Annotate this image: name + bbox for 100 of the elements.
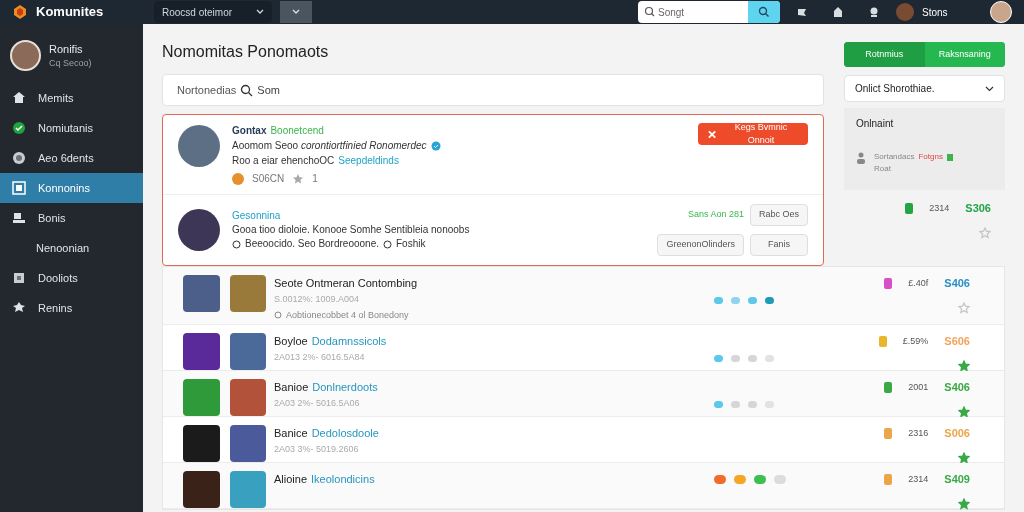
chevron-icon: [985, 85, 994, 92]
house-icon: [832, 6, 844, 18]
cross-icon: [708, 129, 717, 139]
entry-name: Sortandacs: [874, 151, 915, 163]
page-title: Nomomitas Ponomaots: [162, 42, 330, 62]
search-input[interactable]: Songt: [658, 4, 748, 20]
sidebar-item[interactable]: Renins: [0, 293, 143, 323]
secondary-button[interactable]: GreenonOlinders: [657, 234, 744, 256]
item-link[interactable]: Dodamnssicols: [311, 333, 387, 349]
app-name: Komunites: [36, 3, 105, 22]
entry-subtitle: Roat: [874, 163, 892, 175]
member-tag: Boonetcend: [270, 123, 324, 138]
circle-icon: [383, 239, 392, 249]
square-icon: [12, 271, 26, 285]
stat-value: £.59%: [902, 334, 929, 348]
photo-placeholder: [183, 275, 220, 312]
price: S306: [965, 201, 991, 216]
member-meta: S06CN: [252, 172, 285, 186]
photo-placeholder: [183, 333, 220, 370]
person-icon: [856, 151, 866, 165]
home-icon: [12, 91, 26, 105]
stat-value: 2316: [908, 426, 929, 440]
price: S006: [944, 426, 970, 441]
photo-placeholder: [230, 379, 266, 416]
item-subtitle: 2A03 2%- 5016.5A06: [274, 397, 361, 410]
profile-subtitle: Cq Secoo): [49, 57, 92, 70]
photo-placeholder: [230, 275, 266, 312]
photo-placeholder: [183, 471, 220, 508]
coin-icon: [232, 172, 244, 185]
search-label: Nortonedias: [177, 82, 237, 98]
sort-dropdown[interactable]: Onlict Shorothiae.: [844, 75, 1005, 102]
sidebar-item[interactable]: Nomiutanis: [0, 113, 143, 143]
stat-value: 2314: [929, 201, 950, 215]
logo-icon: [12, 4, 28, 20]
item-title[interactable]: Banice: [274, 425, 308, 441]
avatar: [178, 209, 220, 251]
circle-icon: [274, 311, 282, 319]
stat-value: 2314: [908, 472, 929, 486]
bulb-icon: [868, 6, 880, 18]
profile-name: Ronifis: [49, 41, 84, 57]
category-select[interactable]: Roocsd oteimor: [154, 1, 272, 23]
secondary-button[interactable]: Fanis: [749, 234, 808, 256]
photo-placeholder: [183, 379, 220, 416]
photo-placeholder: [183, 425, 220, 462]
item-title[interactable]: Alioine: [274, 471, 308, 487]
check-icon: [12, 121, 26, 135]
star-icon: [292, 172, 305, 185]
item-title[interactable]: Seote Ontmeran Contombing: [274, 275, 418, 291]
member-detail: Roo a eiar ehenchoOC: [232, 154, 335, 168]
user-name[interactable]: Stons: [922, 4, 982, 20]
item-subtitle: S.0012%: 1009.A004: [274, 293, 361, 306]
select-value: Roocsd oteimor: [162, 5, 233, 20]
price: S406: [944, 380, 970, 395]
photo-placeholder: [230, 333, 266, 370]
member-date: Sans Aon 281: [687, 208, 744, 222]
stat-value: £.40f: [908, 276, 929, 290]
member-headline: Aoomom Seoo corontiortfinied Ronomerdec: [232, 139, 427, 153]
member-name[interactable]: Gontax: [232, 123, 267, 138]
action-button[interactable]: Kegs Bvmnic Onnoit: [698, 123, 808, 145]
sidebar-item[interactable]: Aeo 6dents: [0, 143, 143, 173]
search-icon: [240, 83, 254, 97]
stat-value: 2001: [908, 380, 929, 394]
avatar: [10, 40, 41, 71]
item-title[interactable]: Boyloe: [274, 333, 308, 349]
sidebar-item[interactable]: Konnonins: [0, 173, 143, 203]
dropdown-value: Onlict Shorothiae.: [855, 82, 935, 96]
price: S606: [944, 334, 970, 349]
secondary-button[interactable]: Rabc Oes: [749, 204, 808, 226]
badge-icon: [946, 153, 953, 161]
sidebar-item[interactable]: Bonis: [0, 203, 143, 233]
search-field[interactable]: Nortonedias Som: [162, 74, 824, 106]
entry-tag: Fotgns: [918, 151, 943, 163]
panel-title: Onlnaint: [856, 117, 895, 131]
search-input[interactable]: Som: [257, 81, 809, 99]
sidebar-item[interactable]: Nenoonian: [0, 233, 143, 263]
avatar: [178, 125, 220, 167]
item-description: Aobtionecobbet 4 ol Bonedony: [286, 309, 409, 322]
stack-icon: [12, 211, 26, 225]
circle-icon: [232, 239, 241, 249]
item-subtitle: 2A013 2%- 6016.5A84: [274, 351, 366, 364]
avatar: [990, 1, 1012, 23]
item-title[interactable]: Banioe: [274, 379, 309, 395]
photo-placeholder: [230, 425, 266, 462]
avatar: [896, 3, 914, 21]
member-description: Gooa tioo dioloie. Konooe Somhe Sentibleia nonoobs: [232, 223, 471, 237]
search-field[interactable]: Songt: [638, 1, 780, 23]
item-subtitle: 2A03 3%- 5019.2606: [274, 443, 360, 456]
chevron-icon: [292, 9, 300, 15]
circle-icon: [12, 151, 26, 165]
star-count: 1: [312, 172, 318, 186]
note-link[interactable]: Foshik: [396, 237, 426, 251]
search-icon: [758, 6, 770, 18]
item-link[interactable]: Dedolosdoole: [311, 425, 379, 441]
photo-placeholder: [230, 471, 266, 508]
chevron-icon: [256, 9, 264, 15]
price: S406: [944, 276, 970, 291]
member-note: Beeoocido. Seo Bordreooone.: [245, 237, 379, 251]
sidebar-item[interactable]: Memits: [0, 83, 143, 113]
sidebar-item[interactable]: Dooliots: [0, 263, 143, 293]
price: S409: [944, 472, 970, 487]
